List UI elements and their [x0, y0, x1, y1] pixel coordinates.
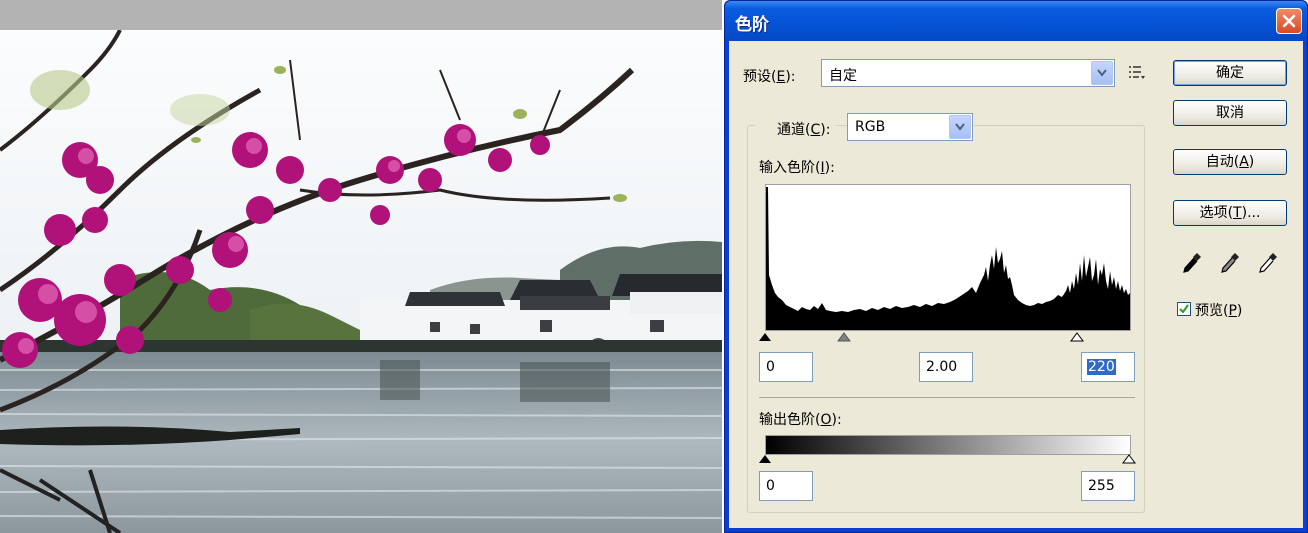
input-white-field[interactable]: 220	[1081, 352, 1135, 382]
white-point-slider[interactable]	[1070, 332, 1084, 342]
checkmark-icon	[1179, 304, 1189, 314]
auto-button[interactable]: 自动(A)	[1173, 149, 1287, 175]
levels-dialog: 色阶 预设(E): 自定 通道(C): RGB 输入色阶(I): 0 2.00 …	[724, 0, 1308, 533]
channel-dropdown[interactable]: RGB	[847, 113, 973, 141]
preset-label: 预设(E):	[743, 69, 796, 85]
white-eyedropper-icon[interactable]	[1257, 251, 1279, 275]
preset-value: 自定	[829, 68, 857, 84]
dialog-body: 预设(E): 自定 通道(C): RGB 输入色阶(I): 0 2.00 220…	[729, 41, 1303, 528]
close-button[interactable]	[1276, 8, 1302, 34]
output-black-field[interactable]: 0	[759, 471, 813, 501]
black-point-slider[interactable]	[759, 333, 771, 341]
preset-menu-icon[interactable]	[1127, 64, 1147, 82]
input-levels-label: 输入色阶(I):	[759, 160, 835, 176]
output-white-slider[interactable]	[1122, 454, 1136, 464]
canvas-top-strip	[0, 0, 722, 30]
dialog-title-bar[interactable]: 色阶	[725, 1, 1307, 41]
channel-label: 通道(C):	[755, 119, 837, 139]
input-slider-track[interactable]	[759, 331, 1139, 345]
chevron-down-icon[interactable]	[1091, 61, 1113, 85]
output-slider-track[interactable]	[759, 453, 1139, 467]
histogram-graph	[766, 187, 1130, 330]
preview-checkbox[interactable]	[1177, 302, 1191, 316]
gamma-slider[interactable]	[837, 332, 851, 342]
close-icon	[1282, 14, 1296, 28]
cancel-button[interactable]: 取消	[1173, 100, 1287, 126]
preview-label[interactable]: 预览(P)	[1195, 300, 1242, 320]
output-black-slider[interactable]	[759, 455, 771, 463]
histogram	[765, 184, 1131, 331]
ok-button[interactable]: 确定	[1173, 60, 1287, 86]
black-eyedropper-icon[interactable]	[1181, 251, 1203, 275]
output-levels-label: 输出色阶(O):	[759, 412, 842, 428]
output-gradient-bar	[765, 435, 1131, 455]
divider	[759, 397, 1135, 398]
input-black-field[interactable]: 0	[759, 352, 813, 382]
document-image	[0, 30, 722, 533]
gray-eyedropper-icon[interactable]	[1219, 251, 1241, 275]
preset-dropdown[interactable]: 自定	[821, 59, 1115, 87]
input-gamma-field[interactable]: 2.00	[919, 352, 973, 382]
options-button[interactable]: 选项(T)...	[1173, 200, 1287, 226]
output-white-field[interactable]: 255	[1081, 471, 1135, 501]
dialog-title: 色阶	[735, 15, 769, 35]
chevron-down-icon[interactable]	[949, 115, 971, 139]
channel-value: RGB	[855, 119, 886, 135]
